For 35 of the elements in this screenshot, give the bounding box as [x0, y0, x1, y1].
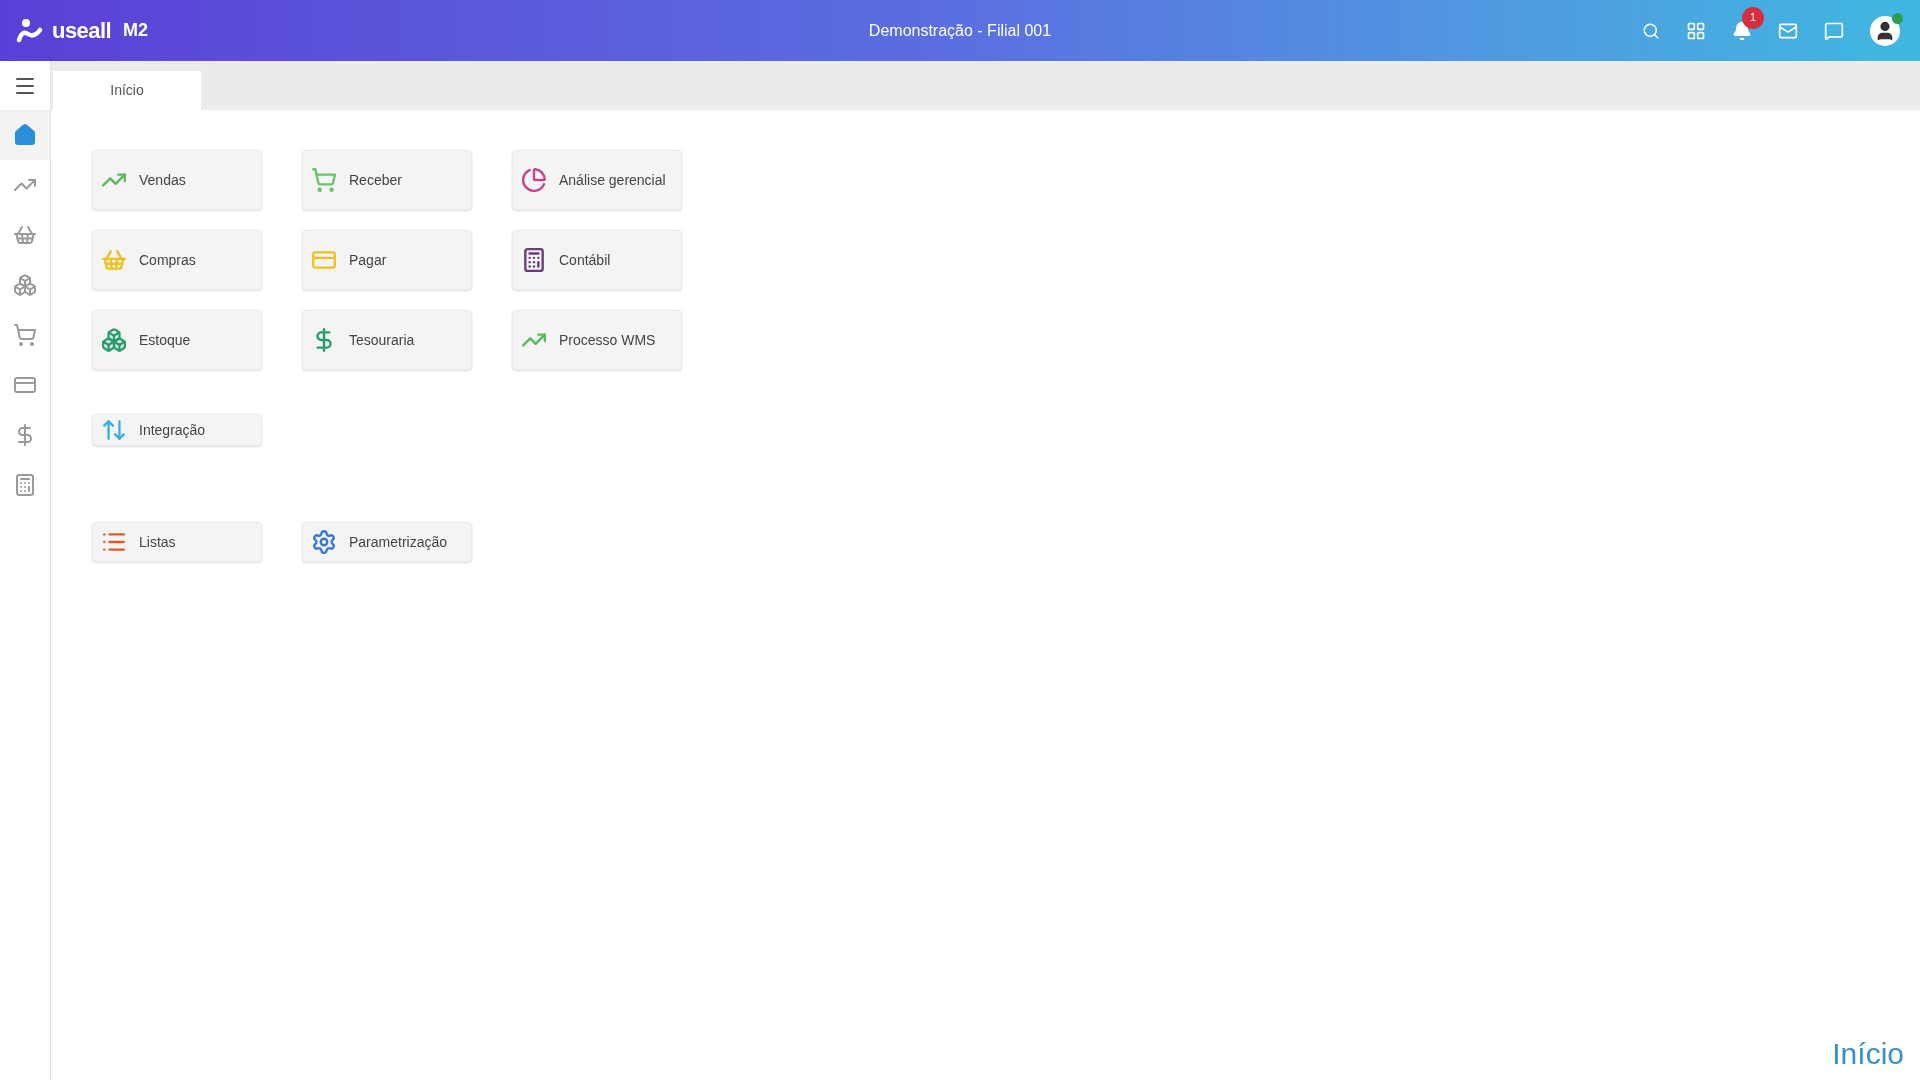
arrows-up-down-icon [101, 417, 127, 443]
logo-suffix: M2 [123, 19, 149, 42]
sidebar-item[interactable] [0, 110, 50, 160]
boxes-icon [13, 273, 37, 297]
logo-text: useall [52, 17, 112, 45]
logo-icon [16, 17, 44, 44]
pie-chart-icon [521, 167, 547, 193]
module-tile[interactable]: Listas [92, 522, 262, 562]
home-icon [13, 123, 37, 147]
chat-icon[interactable] [1824, 20, 1844, 41]
module-tile[interactable]: Processo WMS [512, 310, 682, 370]
bell-icon[interactable] [1732, 20, 1752, 41]
basket-icon [101, 247, 127, 273]
notification-badge: 1 [1742, 6, 1764, 29]
avatar[interactable] [1870, 15, 1900, 46]
page-label: Início [1832, 1036, 1904, 1072]
grid-icon[interactable] [1686, 20, 1706, 41]
basket-icon [13, 223, 37, 247]
module-tile[interactable]: Estoque [92, 310, 262, 370]
calculator-icon [521, 247, 547, 273]
module-tile[interactable]: Análise gerencial [512, 150, 682, 210]
module-tile[interactable]: Compras [92, 230, 262, 290]
tab[interactable]: Início [53, 71, 201, 110]
gear-icon [311, 529, 337, 555]
module-tile[interactable]: Integração [92, 414, 262, 446]
module-tile[interactable]: Parametrização [302, 522, 472, 562]
module-tile[interactable]: Vendas [92, 150, 262, 210]
module-tile[interactable]: Receber [302, 150, 472, 210]
window-title: Demonstração - Filial 001 [868, 20, 1052, 41]
module-tile[interactable]: Tesouraria [302, 310, 472, 370]
boxes-icon [101, 327, 127, 353]
module-tile[interactable]: Pagar [302, 230, 472, 290]
calculator-icon [13, 473, 37, 497]
module-tile[interactable]: Contábil [512, 230, 682, 290]
search-icon[interactable] [1642, 21, 1660, 40]
